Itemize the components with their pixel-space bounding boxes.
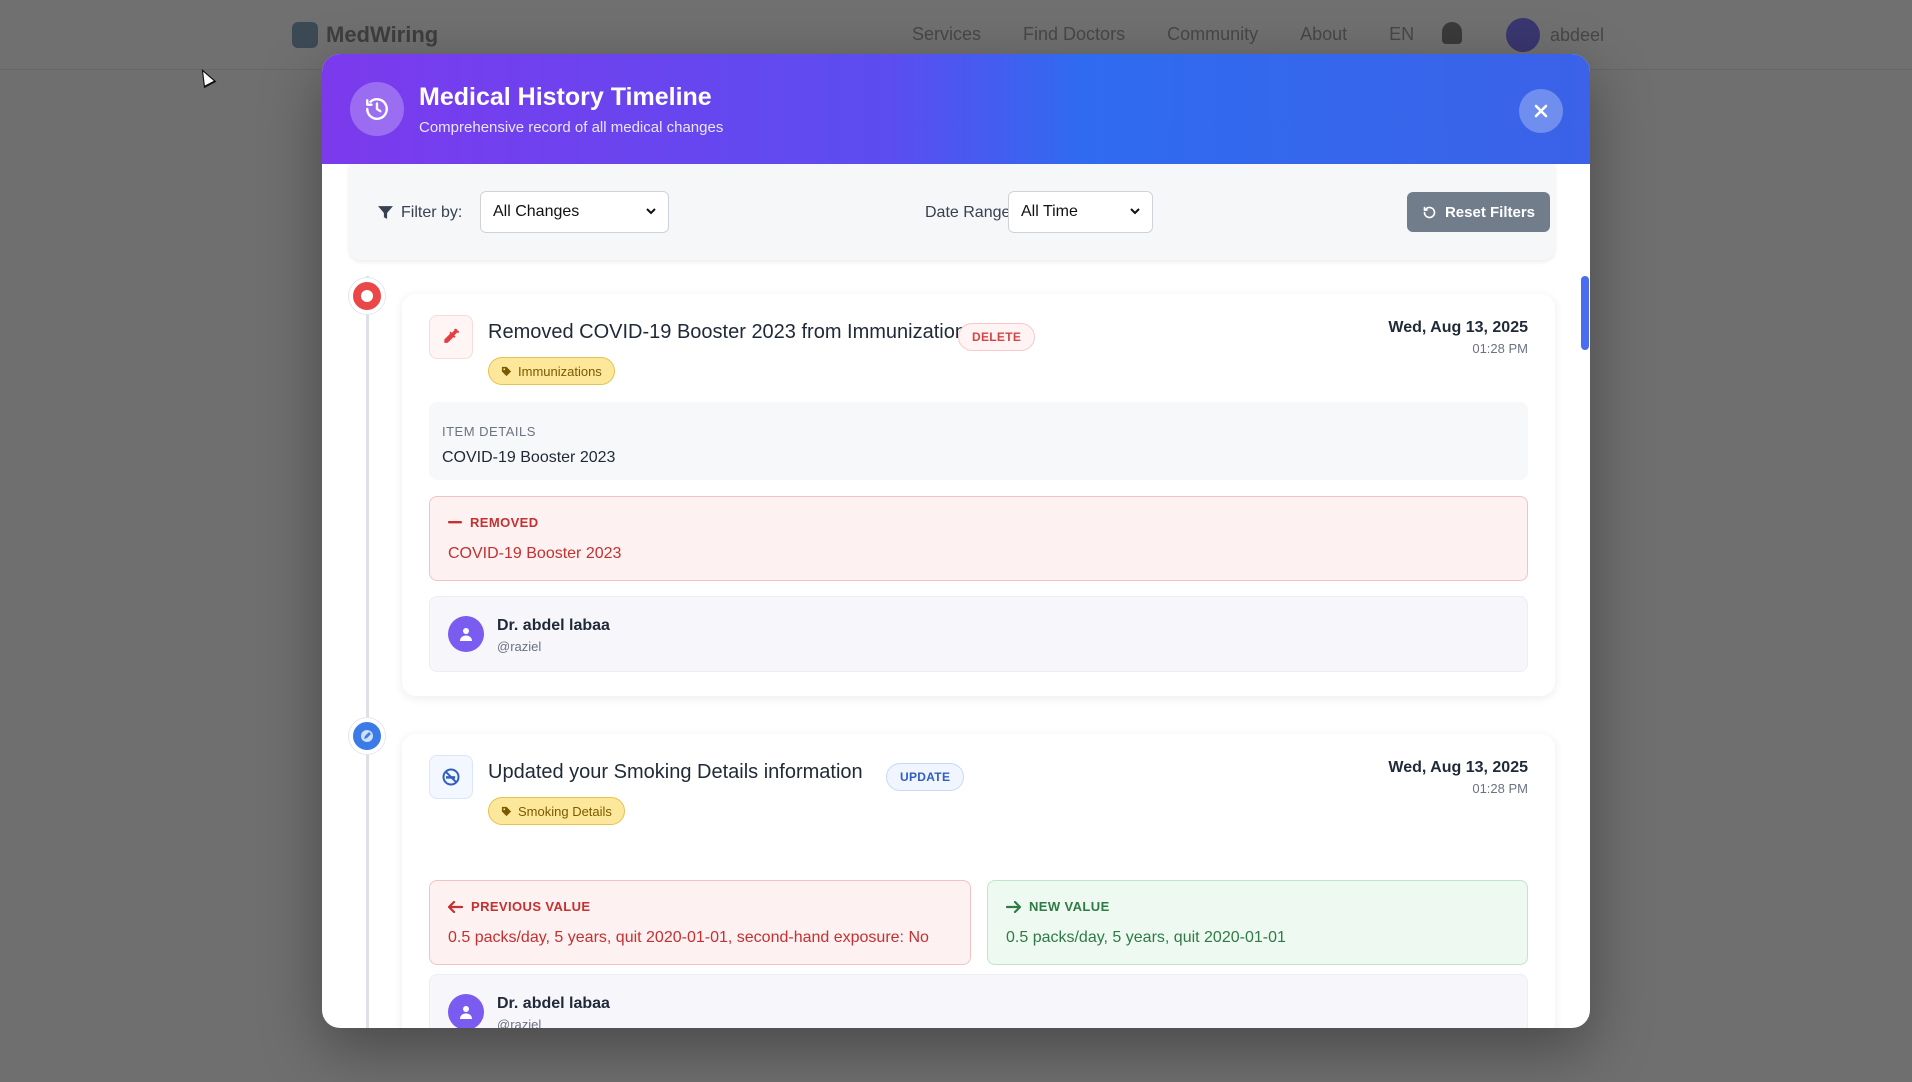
date-range-value: All Time: [1021, 203, 1078, 220]
brand-logo: MedWiring: [292, 22, 438, 48]
reset-filters-label: Reset Filters: [1444, 203, 1536, 221]
entry-date: Wed, Aug 13, 2025: [1388, 319, 1528, 336]
filter-icon: [377, 204, 394, 226]
category-tag: Immunizations: [488, 357, 615, 385]
close-button[interactable]: [1519, 89, 1563, 133]
modal-header: Medical History Timeline Comprehensive r…: [322, 54, 1590, 164]
previous-value-label-text: PREVIOUS VALUE: [471, 899, 591, 914]
timeline-line: [366, 276, 369, 1028]
update-badge: UPDATE: [886, 763, 965, 791]
tag-icon: [501, 806, 512, 816]
author-handle: @raziel: [497, 1017, 542, 1028]
arrow-left-icon: [448, 900, 463, 913]
chevron-down-icon: [1130, 208, 1140, 215]
removed-label: REMOVED: [448, 515, 539, 530]
new-value-label-text: NEW VALUE: [1029, 899, 1110, 914]
new-value: 0.5 packs/day, 5 years, quit 2020-01-01: [1006, 929, 1286, 946]
undo-icon: [1423, 206, 1436, 218]
new-value-box: NEW VALUE 0.5 packs/day, 5 years, quit 2…: [987, 880, 1528, 965]
doctor-icon: [448, 994, 484, 1028]
brand-name: MedWiring: [326, 22, 439, 47]
nav-link-find-doctors: Find Doctors: [1023, 24, 1126, 44]
modal-title: Medical History Timeline: [419, 83, 712, 111]
item-details: ITEM DETAILS COVID-19 Booster 2023: [429, 402, 1528, 480]
filter-bar: Filter by: All Changes Date Range: All T…: [349, 164, 1555, 260]
item-details-value: COVID-19 Booster 2023: [442, 449, 616, 466]
syringe-icon: [429, 315, 473, 359]
author-name: Dr. abdel labaa: [497, 617, 610, 634]
author-name: Dr. abdel labaa: [497, 995, 610, 1012]
doctor-icon: [448, 616, 484, 652]
previous-value-label: PREVIOUS VALUE: [448, 899, 591, 914]
timeline-dot-delete: [349, 278, 385, 314]
reset-filters-button[interactable]: Reset Filters: [1407, 192, 1550, 232]
entry-title: Updated your Smoking Details information: [488, 761, 863, 783]
avatar: [1506, 18, 1540, 52]
entry-title: Removed COVID-19 Booster 2023 from Immun…: [488, 321, 976, 343]
chevron-down-icon: [646, 208, 656, 215]
tag-icon: [501, 366, 512, 376]
scrollbar-thumb[interactable]: [1581, 276, 1589, 350]
modal-subtitle: Comprehensive record of all medical chan…: [419, 119, 724, 136]
timeline-entry: Updated your Smoking Details information…: [402, 734, 1555, 1028]
brand-logo-icon: [292, 22, 318, 48]
change-type-value: All Changes: [493, 203, 580, 220]
nav-link-about: About: [1300, 24, 1348, 44]
removed-value: COVID-19 Booster 2023: [448, 545, 622, 562]
change-type-select[interactable]: All Changes: [480, 191, 669, 233]
delete-badge: DELETE: [958, 323, 1036, 351]
timeline-entry: Removed COVID-19 Booster 2023 from Immun…: [402, 294, 1555, 696]
user-menu: abdeel: [1506, 18, 1604, 52]
modal-body[interactable]: Filter by: All Changes Date Range: All T…: [322, 164, 1590, 1028]
close-icon: [1534, 104, 1548, 118]
item-details-label: ITEM DETAILS: [442, 424, 536, 439]
changed-by: Dr. abdel labaa @raziel: [429, 596, 1528, 672]
edit-icon: [361, 730, 373, 742]
no-smoking-icon: [429, 755, 473, 799]
bell-icon: [1442, 22, 1462, 44]
username: abdeel: [1550, 24, 1605, 45]
medical-history-modal: Medical History Timeline Comprehensive r…: [322, 54, 1590, 1028]
category-tag: Smoking Details: [488, 797, 625, 825]
arrow-right-icon: [1006, 900, 1021, 913]
previous-value: 0.5 packs/day, 5 years, quit 2020-01-01,…: [448, 929, 929, 946]
category-label: Smoking Details: [518, 803, 612, 819]
minus-icon: [448, 520, 462, 523]
removed-value-box: REMOVED COVID-19 Booster 2023: [429, 496, 1528, 581]
removed-label-text: REMOVED: [470, 515, 539, 530]
filter-label: Filter by:: [401, 204, 463, 221]
entry-date: Wed, Aug 13, 2025: [1388, 759, 1528, 776]
timeline-dot-update: [349, 718, 385, 754]
changed-by: Dr. abdel labaa @raziel: [429, 974, 1528, 1028]
new-value-label: NEW VALUE: [1006, 899, 1110, 914]
history-icon: [350, 82, 404, 136]
language-selector: EN: [1389, 24, 1415, 44]
entry-time: 01:28 PM: [1472, 341, 1528, 356]
nav-links: Services Find Doctors Community About EN: [912, 24, 1414, 45]
nav-link-community: Community: [1167, 24, 1259, 44]
previous-value-box: PREVIOUS VALUE 0.5 packs/day, 5 years, q…: [429, 880, 971, 965]
category-label: Immunizations: [518, 363, 602, 379]
date-range-label: Date Range:: [925, 204, 1015, 221]
entry-timestamp: Wed, Aug 13, 2025 01:28 PM: [1388, 759, 1528, 796]
entry-time: 01:28 PM: [1472, 781, 1528, 796]
author-handle: @raziel: [497, 639, 542, 654]
nav-link-services: Services: [912, 24, 982, 44]
date-range-select[interactable]: All Time: [1008, 191, 1153, 233]
circle-icon: [361, 290, 373, 302]
entry-timestamp: Wed, Aug 13, 2025 01:28 PM: [1388, 319, 1528, 356]
